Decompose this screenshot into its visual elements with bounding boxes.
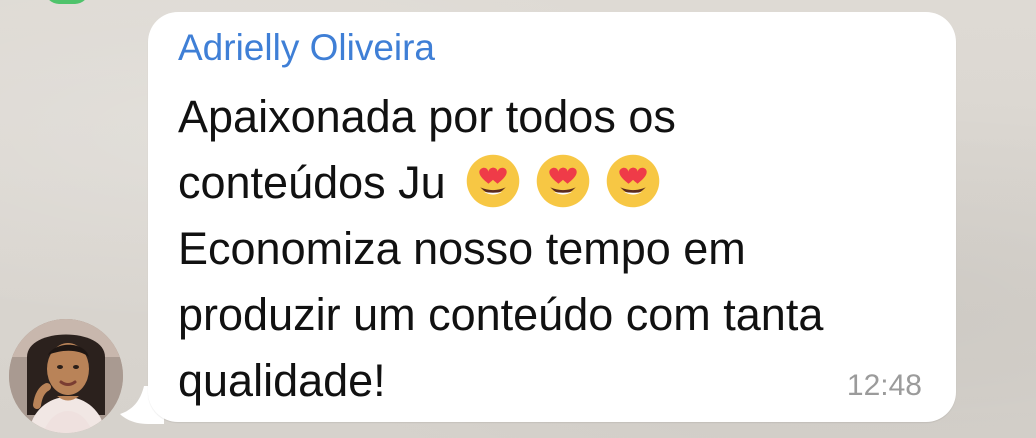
message-line-5: qualidade! — [178, 355, 386, 406]
message-line-2-text: conteúdos Ju — [178, 157, 446, 208]
sender-name[interactable]: Adrielly Oliveira — [178, 26, 435, 70]
heart-eyes-emoji-icon — [606, 154, 659, 208]
avatar-photo — [9, 319, 123, 433]
message-line-3: Economiza nosso tempo em — [178, 223, 746, 274]
heart-eyes-emoji-icon — [466, 154, 519, 208]
message-text: Apaixonada por todos os conteúdos Ju Eco… — [178, 84, 938, 414]
message-line-1: Apaixonada por todos os — [178, 91, 676, 142]
message-line-2: conteúdos Ju — [178, 150, 938, 216]
heart-eyes-emoji-icon — [536, 154, 589, 208]
message-line-4: produzir um conteúdo com tanta — [178, 289, 824, 340]
message-bubble[interactable]: Adrielly Oliveira Apaixonada por todos o… — [148, 12, 956, 422]
message-timestamp: 12:48 — [846, 369, 922, 402]
sender-avatar[interactable] — [9, 319, 123, 433]
emoji-group — [464, 152, 662, 210]
